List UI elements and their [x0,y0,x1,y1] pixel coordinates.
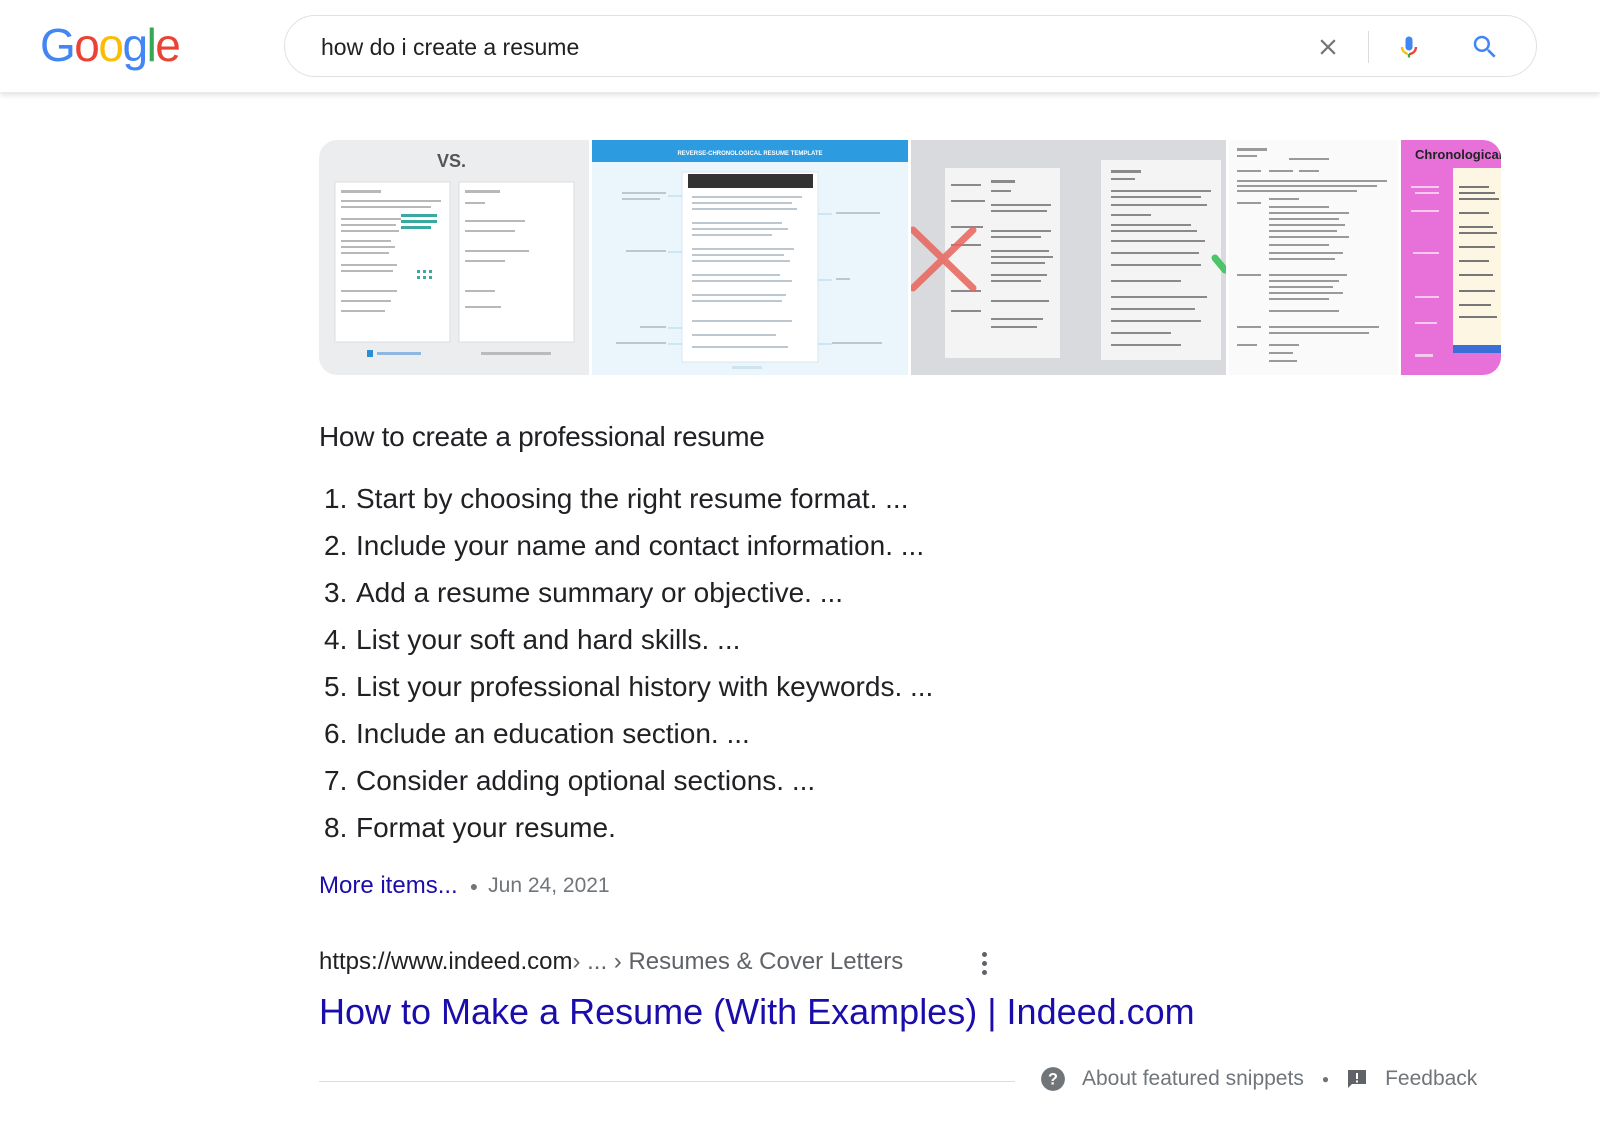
template-heading: REVERSE-CHRONOLOGICAL RESUME TEMPLATE [677,151,822,157]
list-item: 8. Format your resume. [324,808,933,855]
list-item: 6. Include an education section. ... [324,714,933,761]
step-text: List your professional history with keyw… [356,671,934,702]
google-logo[interactable]: Google [40,19,181,71]
clear-search-button[interactable] [1308,27,1348,67]
list-item: 1. Start by choosing the right resume for… [324,479,933,526]
more-vert-icon [981,969,987,975]
logo-letter: o [98,19,124,71]
search-icon [1473,35,1496,58]
snippet-title: How to create a professional resume [319,421,765,452]
svg-text:VS.: VS. [437,151,466,171]
step-text: List your soft and hard skills. ... [356,624,741,655]
feedback-link[interactable]: Feedback [1385,1067,1477,1091]
chronological-resume-image [1411,168,1501,357]
snippet-meta: More items... ● Jun 24, 2021 [319,872,610,900]
snippet-date: Jun 24, 2021 [488,874,610,897]
separator-dot: ● [469,878,479,894]
step-number: 8. [324,812,348,843]
step-text: Include your name and contact informatio… [356,530,925,561]
search-input[interactable] [321,30,1281,64]
resume-thumbnail[interactable]: REVERSE-CHRONOLOGICAL RESUME TEMPLATE [592,140,908,375]
search-box-divider [1368,31,1369,63]
step-number: 6. [324,718,348,749]
breadcrumb: › ... › Resumes & Cover Letters [572,948,904,975]
logo-letter: G [40,19,76,71]
logo-letter: o [74,19,100,71]
help-circle-icon: ? [1041,1067,1065,1091]
step-text: Include an education section. ... [356,718,750,749]
more-vert-icon [981,951,987,957]
result-url: https://www.indeed.com [319,948,573,975]
search-box [284,15,1537,77]
resume-example-image [1237,148,1387,362]
more-items-link[interactable]: More items... [319,872,458,900]
feedback-icon [1348,1070,1367,1088]
more-vert-icon [981,960,987,966]
step-number: 3. [324,577,348,608]
logo-letter: g [122,19,148,71]
microphone-icon [1400,36,1418,58]
list-item: 3. Add a resume summary or objective. ... [324,573,933,620]
list-item: 4. List your soft and hard skills. ... [324,620,933,667]
resume-dos-donts-image [911,160,1226,360]
divider [319,1081,1015,1082]
logo-letter: l [146,19,157,71]
close-icon [1320,39,1336,55]
step-text: Add a resume summary or objective. ... [356,577,844,608]
separator-dot: ● [1321,1072,1330,1086]
logo-letter: e [155,19,181,71]
step-text: Format your resume. [356,812,616,843]
thumbnail-heading: Chronological [1415,147,1501,162]
resume-thumbnail[interactable] [1229,140,1398,375]
step-number: 1. [324,483,348,514]
result-options-button[interactable] [973,948,995,978]
result-url-breadcrumb[interactable]: https://www.indeed.com › ... › Resumes &… [319,948,903,976]
resume-thumbnail[interactable] [911,140,1226,375]
list-item: 7. Consider adding optional sections. ... [324,761,933,808]
step-number: 2. [324,530,348,561]
resume-template-image: REVERSE-CHRONOLOGICAL RESUME TEMPLATE [592,140,908,369]
step-number: 7. [324,765,348,796]
voice-search-button[interactable] [1389,27,1429,67]
result-title-link[interactable]: How to Make a Resume (With Examples) | I… [319,991,1195,1033]
search-header: Google [0,0,1600,93]
step-text: Consider adding optional sections. ... [356,765,816,796]
featured-images-strip: VS. REVERSE-CHRONOLOGICAL RESUME TEMPLAT… [319,140,1501,375]
snippet-steps-list: 1. Start by choosing the right resume for… [324,479,933,855]
step-number: 4. [324,624,348,655]
step-number: 5. [324,671,348,702]
resume-thumbnail[interactable]: VS. [319,140,589,375]
list-item: 2. Include your name and contact informat… [324,526,933,573]
list-item: 5. List your professional history with ke… [324,667,933,714]
resume-thumbnail[interactable]: Chronological [1401,140,1501,375]
about-featured-snippets-link[interactable]: About featured snippets [1082,1067,1304,1091]
snippet-footer: ? About featured snippets ● Feedback [1040,1066,1477,1092]
search-button[interactable] [1465,27,1505,67]
step-text: Start by choosing the right resume forma… [356,483,909,514]
svg-text:?: ? [1048,1070,1058,1088]
resume-comparison-image: VS. [334,151,575,357]
